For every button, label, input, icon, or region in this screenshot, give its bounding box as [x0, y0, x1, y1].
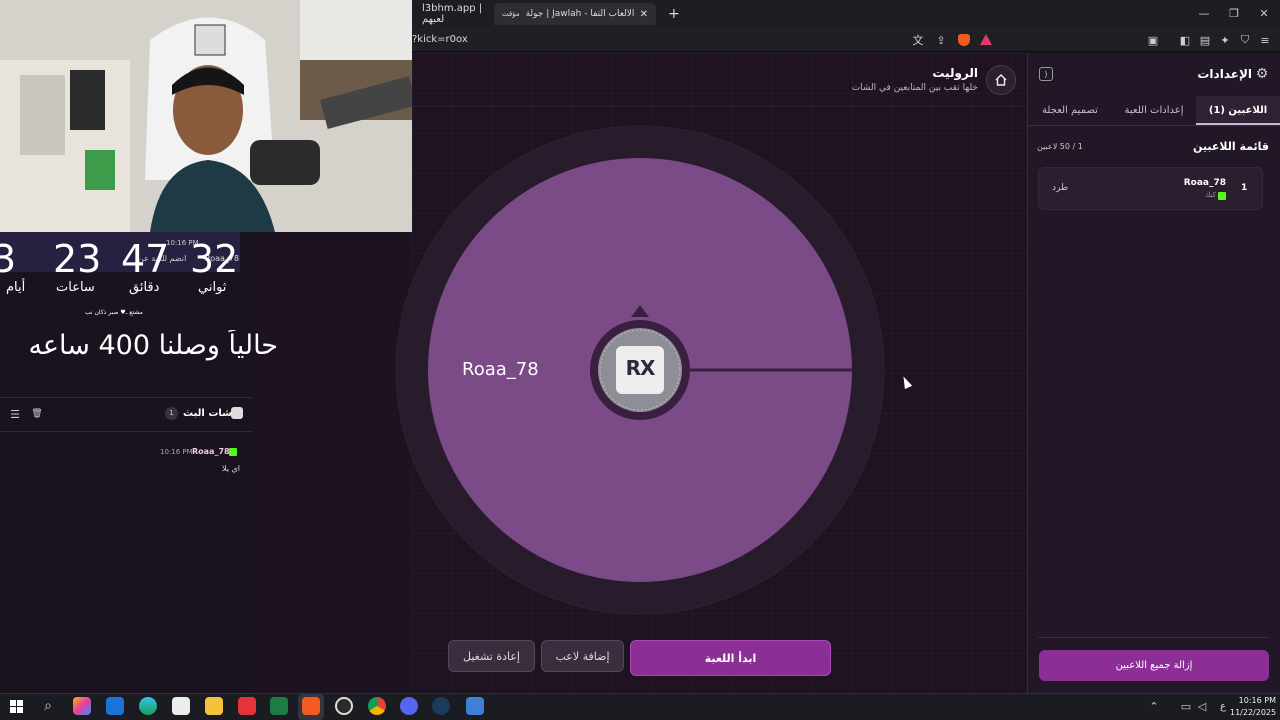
discord-icon[interactable] [400, 697, 418, 715]
clock-time[interactable]: 10:16 PM [1234, 696, 1276, 705]
taskbar [0, 693, 1280, 720]
tab-previous[interactable]: l3bhm.app | لعبهم [414, 3, 494, 25]
chrome-icon[interactable] [368, 697, 386, 715]
extensions-icon[interactable]: ▣ [1146, 33, 1160, 47]
menu-icon[interactable]: ☰ [8, 407, 22, 421]
wheel-logo: RX [625, 356, 656, 380]
countdown-minutes: 47 [121, 237, 170, 281]
sidebar-toggle-icon[interactable]: ◧ [1178, 33, 1192, 47]
share-icon[interactable]: ⇪ [934, 33, 948, 47]
collapse-panel-icon[interactable]: ⟩ [1039, 67, 1053, 81]
chat-title: شات البث [183, 408, 232, 419]
kick-platform-icon [1218, 192, 1226, 200]
kick-player-button[interactable]: طرد [1052, 183, 1068, 193]
panel-footer-divider [1038, 637, 1270, 638]
remove-all-players-button[interactable]: إزالة جميع اللاعبين [1039, 650, 1269, 681]
chat-icon [231, 407, 243, 419]
tab-players[interactable]: اللاعبين (1) [1196, 96, 1280, 125]
restart-button[interactable]: إعادة تشغيل [448, 640, 535, 672]
translate-icon[interactable]: 文 [911, 33, 925, 47]
countdown-hours: 23 [53, 237, 102, 281]
player-name: Roaa_78 [1183, 178, 1226, 188]
steam-icon[interactable] [432, 697, 450, 715]
players-count: 1 / 50 لاعبين [1037, 142, 1083, 151]
start-icon[interactable] [10, 700, 23, 713]
countdown-minutes-label: دقائق [129, 280, 160, 295]
game-subtitle: خلها تقب بين المتابعين في الشات [851, 83, 978, 93]
restore-icon[interactable]: ❐ [1226, 6, 1242, 22]
trash-icon[interactable]: 🗑 [30, 407, 44, 421]
chat-message-text: اي يلا [222, 464, 241, 473]
copilot-icon[interactable] [73, 697, 91, 715]
chat-message-time: 10:16 PM [160, 448, 193, 456]
tab-badge: مؤقت [502, 10, 520, 18]
stream-overlay [0, 232, 253, 693]
store-icon[interactable] [172, 697, 190, 715]
player-row [1038, 167, 1263, 210]
file-explorer-icon[interactable] [205, 697, 223, 715]
add-player-button[interactable]: إضافة لاعب [541, 640, 624, 672]
overlay-headline: حالياً وصلنا 400 ساعه [28, 330, 278, 361]
countdown-hours-label: ساعات [56, 280, 95, 295]
tab-wheel-design[interactable]: تصميم العجلة [1028, 96, 1112, 125]
outlook-icon[interactable] [106, 697, 124, 715]
countdown-seconds-label: ثواني [198, 280, 227, 295]
game-title: الروليت [932, 66, 978, 80]
clock-date[interactable]: 11/22/2025 [1230, 708, 1276, 717]
players-list-title: قائمة اللاعبين [1193, 140, 1269, 153]
edge-icon[interactable] [139, 697, 157, 715]
close-tab-icon[interactable]: ✕ [640, 9, 648, 20]
countdown-seconds: 32 [190, 237, 239, 281]
show-hidden-icons[interactable]: ⌃ [1148, 700, 1160, 713]
brave-rewards-icon[interactable] [980, 34, 992, 45]
brave-icon[interactable] [302, 697, 320, 715]
vpn-shield-icon[interactable]: ⛉ [1238, 33, 1252, 47]
player-index: 1 [1241, 183, 1248, 193]
wps-icon[interactable] [238, 697, 256, 715]
tab-game-settings[interactable]: إعدادات اللعبة [1112, 96, 1196, 125]
settings-gear-icon: ⚙ [1255, 66, 1269, 82]
start-game-button[interactable]: ابدأ اللعبة [630, 640, 831, 676]
countdown-days: 3 [0, 237, 17, 281]
excel-icon[interactable] [270, 697, 288, 715]
kick-icon [229, 448, 237, 456]
chat-count-badge: 1 [165, 407, 178, 420]
page-header-divider [412, 106, 1027, 107]
language-indicator[interactable]: ع [1220, 701, 1226, 712]
vpn-icon[interactable] [466, 697, 484, 715]
chat-message-user: Roaa_78 [192, 447, 230, 456]
wheel-segment-label: Roaa_78 [462, 359, 539, 380]
browser-menu-icon[interactable]: ≡ [1258, 33, 1272, 47]
leo-ai-icon[interactable]: ✦ [1218, 33, 1232, 47]
tab-active[interactable]: مؤقت جولة | Jawlah - منصة الألعاب التفا … [494, 3, 656, 25]
player-source: كيك [1204, 191, 1216, 199]
minimize-icon[interactable]: — [1196, 6, 1212, 22]
home-icon [995, 74, 1007, 86]
tab-active-title: جولة | Jawlah - منصة الألعاب التفا [525, 9, 636, 19]
brave-shield-icon[interactable] [958, 34, 970, 46]
countdown-days-label: أيام [6, 280, 26, 295]
webcam-feed [0, 0, 412, 232]
url-field[interactable]: ?kick=r0ox [412, 34, 468, 45]
obs-icon[interactable] [335, 697, 353, 715]
search-icon[interactable]: ⌕ [40, 698, 56, 714]
tab-previous-title: l3bhm.app | لعبهم [422, 3, 483, 25]
settings-title: الإعدادات [1197, 67, 1252, 81]
home-button[interactable] [986, 65, 1016, 95]
network-icon[interactable]: ▭ [1180, 700, 1192, 713]
new-tab-button[interactable]: + [660, 3, 688, 25]
wallet-icon[interactable]: ▤ [1198, 33, 1212, 47]
volume-icon[interactable]: ◁ [1196, 700, 1208, 713]
close-window-icon[interactable]: ✕ [1256, 6, 1272, 22]
overlay-caption: مشتع ـ♥ صبر ذكان نب [85, 309, 143, 316]
